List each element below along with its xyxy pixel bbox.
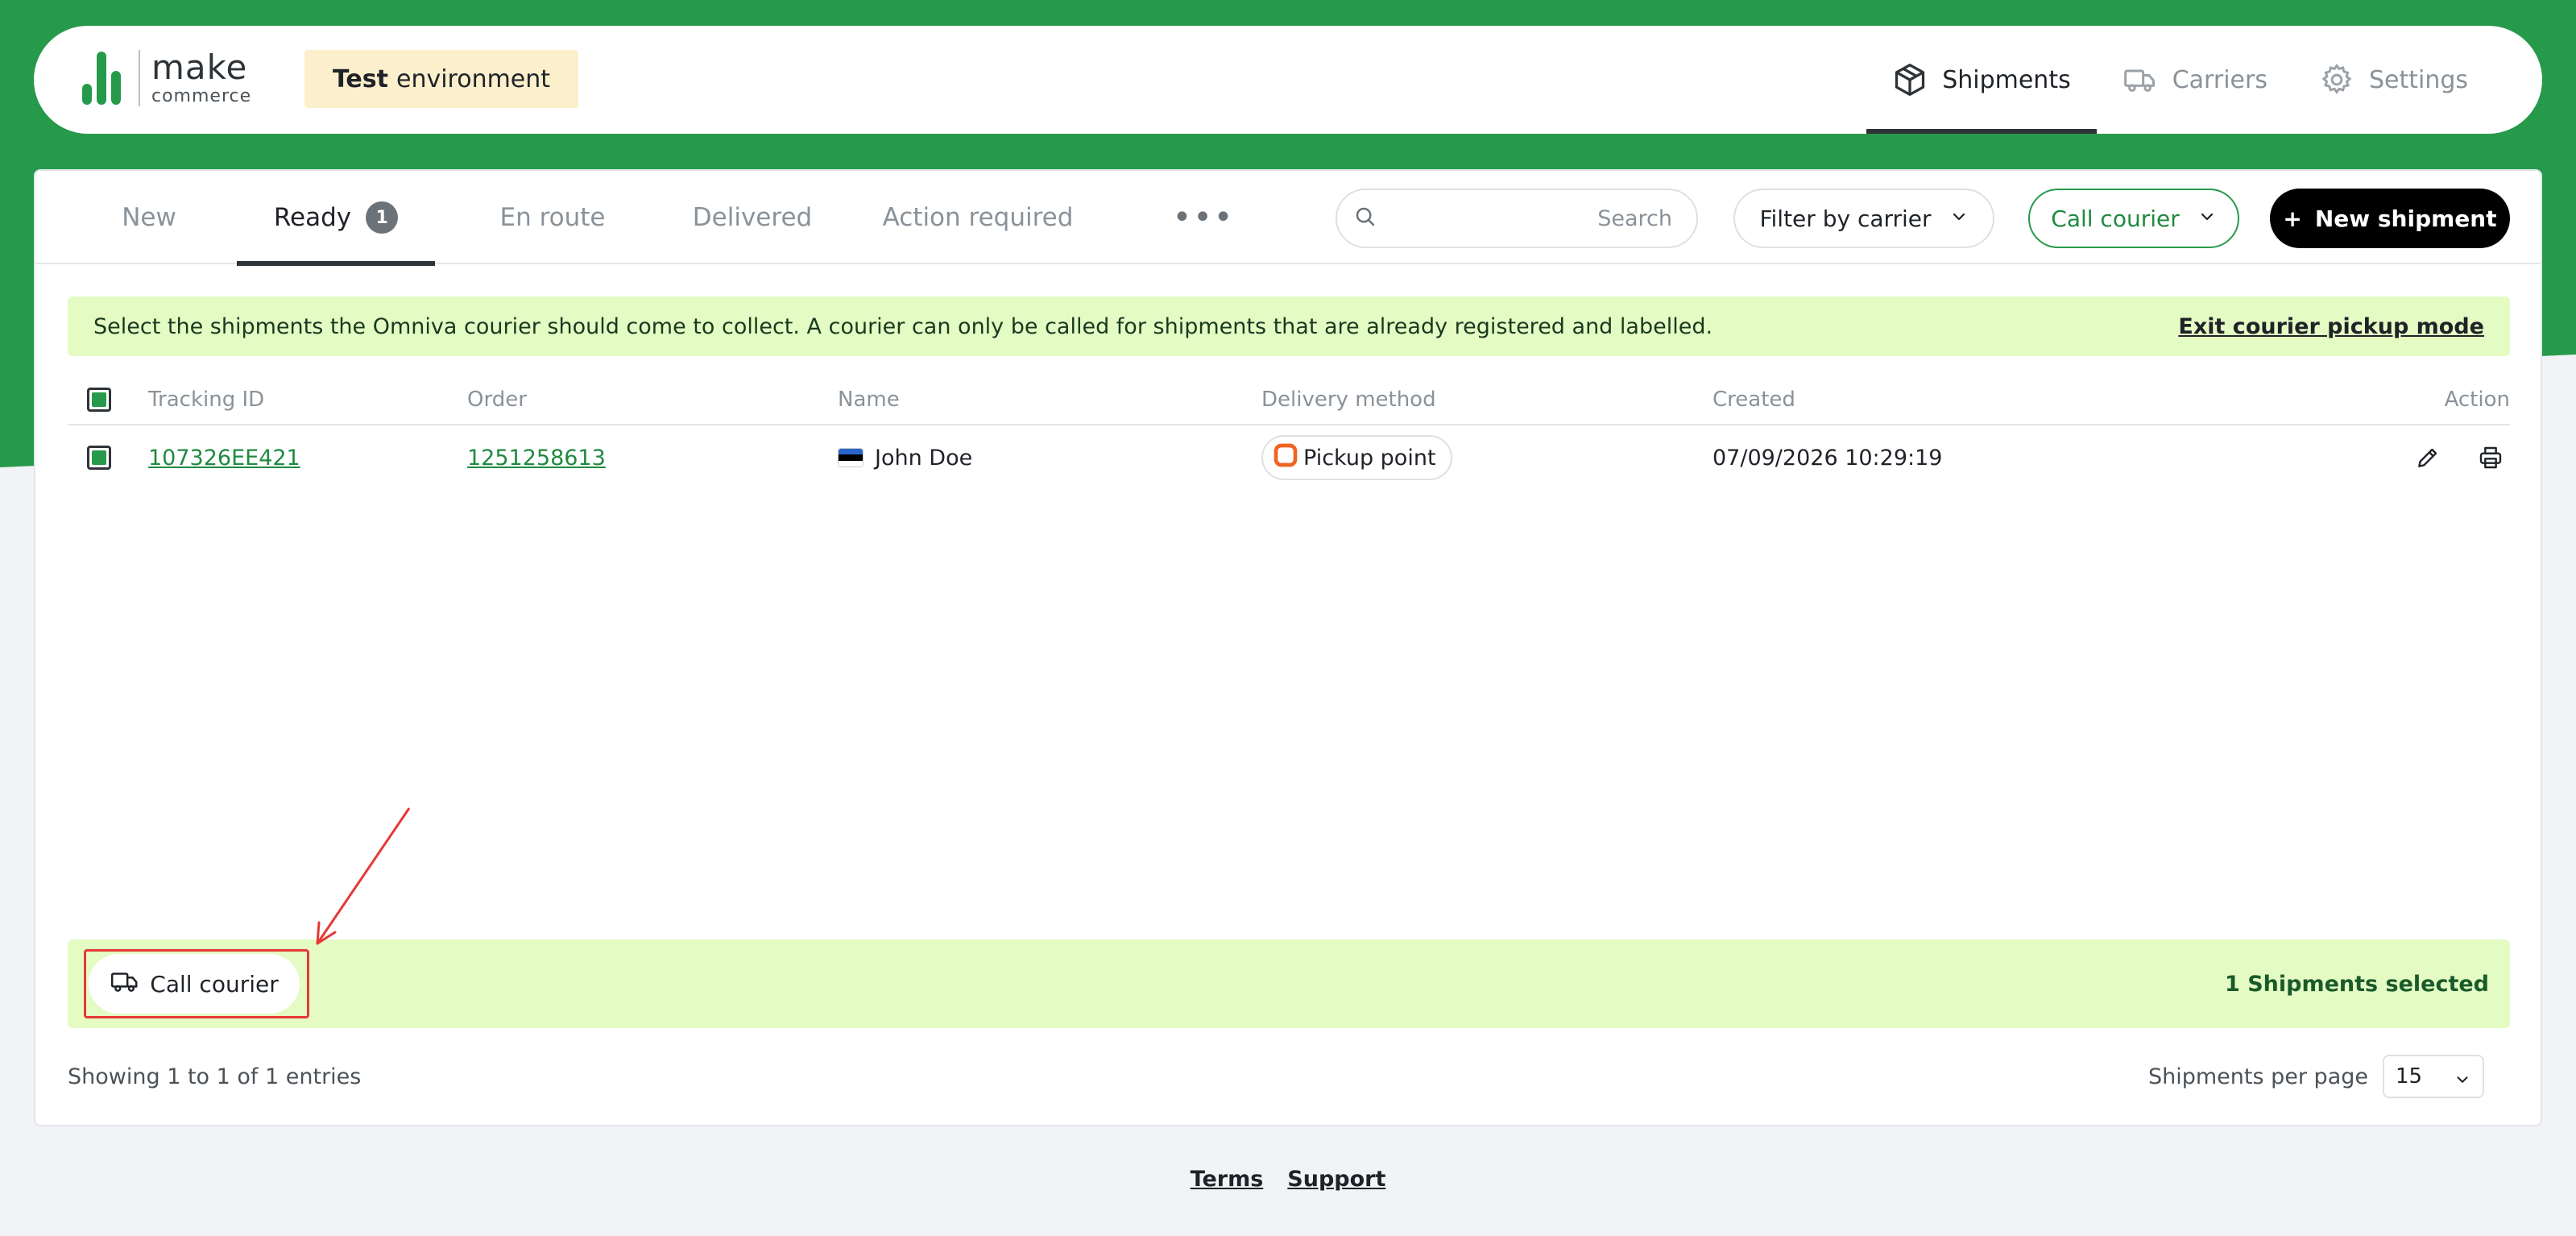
- pagination-row: Showing 1 to 1 of 1 entries Shipments pe…: [68, 1052, 2510, 1101]
- tab-en-route[interactable]: En route: [480, 171, 625, 264]
- nav-carriers[interactable]: Carriers: [2097, 26, 2293, 134]
- top-header: make commerce Test environment Shipments: [34, 26, 2542, 134]
- exit-courier-pickup-link[interactable]: Exit courier pickup mode: [2178, 314, 2484, 339]
- tab-ready[interactable]: Ready 1: [237, 171, 435, 266]
- call-courier-dropdown[interactable]: Call courier: [2028, 189, 2239, 248]
- filter-by-carrier-label: Filter by carrier: [1759, 205, 1932, 232]
- new-shipment-label: New shipment: [2314, 205, 2497, 232]
- omniva-logo-icon: [1273, 442, 1298, 474]
- tab-new-label: New: [122, 203, 176, 232]
- shipments-card: New Ready 1 En route Delivered Action re…: [34, 169, 2542, 1126]
- delivery-method-label: Pickup point: [1303, 445, 1436, 471]
- search-icon: [1353, 205, 1377, 232]
- environment-badge-bold: Test: [332, 64, 388, 93]
- header-order[interactable]: Order: [467, 375, 527, 424]
- header-action: Action: [2444, 388, 2510, 412]
- tab-en-route-label: En route: [499, 203, 606, 232]
- tab-action-required-label: Action required: [882, 203, 1074, 232]
- selected-count: 1 Shipments selected: [2225, 971, 2489, 997]
- new-shipment-button[interactable]: + New shipment: [2270, 189, 2510, 248]
- order-cell: 1251258613: [467, 427, 606, 488]
- tracking-id-cell: 107326EE421: [148, 427, 300, 488]
- selection-action-bar: Call courier 1 Shipments selected: [68, 939, 2510, 1028]
- annotation-arrow-icon: [316, 807, 411, 945]
- header-name[interactable]: Name: [838, 375, 900, 424]
- tab-ready-count-badge: 1: [366, 201, 399, 234]
- nav-settings-label: Settings: [2368, 65, 2468, 94]
- top-nav: Shipments Carriers Settings: [1866, 26, 2494, 134]
- nav-settings[interactable]: Settings: [2293, 26, 2494, 134]
- per-page-control: Shipments per page 15: [2148, 1052, 2484, 1101]
- status-tabs: New Ready 1 En route Delivered Action re…: [35, 171, 2541, 266]
- name-cell: John Doe: [838, 427, 972, 488]
- order-link[interactable]: 1251258613: [467, 446, 606, 471]
- tab-new[interactable]: New: [105, 171, 193, 264]
- tracking-id-link[interactable]: 107326EE421: [148, 446, 300, 471]
- gear-icon: [2319, 62, 2354, 97]
- delivery-method-cell: Pickup point: [1261, 427, 1452, 488]
- recipient-name: John Doe: [875, 445, 973, 471]
- more-dots-icon: •••: [1172, 199, 1235, 236]
- tab-action-required[interactable]: Action required: [857, 171, 1099, 264]
- per-page-label: Shipments per page: [2147, 1064, 2368, 1089]
- created-cell: 07/09/2026 10:29:19: [1713, 445, 1943, 471]
- logo[interactable]: make commerce: [82, 50, 251, 106]
- nav-shipments-label: Shipments: [1942, 65, 2071, 94]
- showing-entries-text: Showing 1 to 1 of 1 entries: [68, 1064, 362, 1089]
- info-banner-message: Select the shipments the Omniva courier …: [93, 313, 1713, 339]
- call-courier-button[interactable]: Call courier: [89, 954, 300, 1014]
- call-courier-button-label: Call courier: [150, 970, 279, 998]
- per-page-select[interactable]: 15: [2383, 1055, 2484, 1098]
- row-checkbox[interactable]: [87, 446, 111, 470]
- page-footer: Terms Support: [0, 1167, 2576, 1199]
- logo-text: make commerce: [151, 51, 251, 106]
- chevron-down-icon: [1949, 205, 1969, 232]
- edit-pencil-icon[interactable]: [2410, 440, 2446, 475]
- nav-shipments[interactable]: Shipments: [1866, 26, 2097, 134]
- estonia-flag-icon: [838, 448, 863, 467]
- support-link[interactable]: Support: [1287, 1167, 1385, 1199]
- select-all-col: [87, 375, 111, 424]
- tab-ready-label: Ready: [273, 203, 352, 232]
- nav-carriers-label: Carriers: [2172, 65, 2267, 94]
- environment-badge: Test environment: [304, 50, 578, 108]
- filter-by-carrier-dropdown[interactable]: Filter by carrier: [1733, 189, 1994, 248]
- terms-link[interactable]: Terms: [1191, 1167, 1264, 1199]
- truck-icon: [2123, 62, 2158, 97]
- logo-divider: [139, 50, 140, 106]
- search-box: [1336, 189, 1698, 248]
- logo-commerce: commerce: [151, 86, 252, 106]
- environment-badge-text: environment: [396, 64, 551, 93]
- table-row: 107326EE421 1251258613 John Doe Pickup p…: [68, 427, 2510, 488]
- row-select-col: [87, 427, 111, 488]
- delivery-method-pill: Pickup point: [1261, 435, 1452, 480]
- header-tracking-id[interactable]: Tracking ID: [148, 375, 264, 424]
- courier-pickup-info-banner: Select the shipments the Omniva courier …: [68, 297, 2510, 356]
- chevron-down-icon: [2197, 205, 2217, 232]
- per-page-select-wrap: 15: [2383, 1055, 2484, 1098]
- truck-icon: [110, 966, 140, 1002]
- search-input[interactable]: [1377, 205, 1672, 231]
- table-header: Tracking ID Order Name Delivery method C…: [68, 375, 2510, 425]
- action-cell: [2410, 427, 2508, 488]
- print-icon[interactable]: [2473, 440, 2508, 475]
- box-icon: [1892, 62, 1928, 97]
- header-delivery-method[interactable]: Delivery method: [1261, 375, 1436, 424]
- tab-delivered-label: Delivered: [692, 203, 813, 232]
- logo-bars-icon: [82, 52, 121, 105]
- tab-delivered[interactable]: Delivered: [672, 171, 833, 264]
- tab-more[interactable]: •••: [1163, 171, 1244, 264]
- logo-make: make: [151, 48, 248, 87]
- header-created[interactable]: Created: [1713, 375, 1795, 424]
- call-courier-dropdown-label: Call courier: [2051, 205, 2180, 232]
- select-all-checkbox[interactable]: [87, 388, 111, 412]
- plus-icon: +: [2283, 205, 2302, 232]
